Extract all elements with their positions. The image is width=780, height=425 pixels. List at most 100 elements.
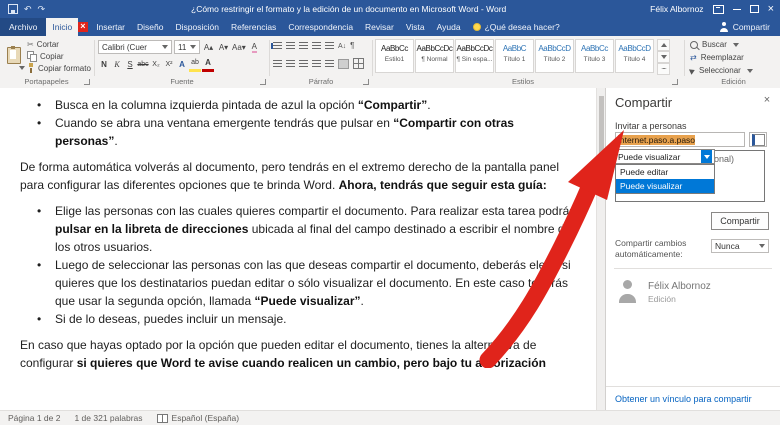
style-titulo-4[interactable]: AaBbCcD Título 4 xyxy=(615,39,654,73)
style-titulo-3[interactable]: AaBbCc Título 3 xyxy=(575,39,614,73)
styles-scroll-up-button[interactable] xyxy=(657,39,670,51)
font-size-combo[interactable]: 11 xyxy=(174,40,200,54)
share-submit-button[interactable]: Compartir xyxy=(711,212,769,230)
option-puede-visualizar[interactable]: Puede visualizar xyxy=(616,179,714,193)
title-bar: ¿Cómo restringir el formato y la edición… xyxy=(0,0,780,18)
styles-more-button[interactable] xyxy=(657,63,670,75)
quick-access-toolbar xyxy=(0,4,53,15)
replace-button[interactable]: Reemplazar xyxy=(690,51,753,64)
numbering-button[interactable] xyxy=(286,42,295,50)
change-case-button[interactable] xyxy=(232,40,246,54)
line-spacing-button[interactable] xyxy=(325,60,334,68)
font-name-combo[interactable]: Calibri (Cuer xyxy=(98,40,172,54)
option-puede-editar[interactable]: Puede editar xyxy=(616,165,714,179)
style-normal[interactable]: AaBbCcDc ¶ Normal xyxy=(415,39,454,73)
superscript-button[interactable]: X² xyxy=(163,58,175,71)
underline-button[interactable]: S xyxy=(124,58,136,71)
align-center-button[interactable] xyxy=(286,60,295,68)
address-book-button[interactable] xyxy=(749,132,767,147)
close-button[interactable] xyxy=(768,4,774,14)
tab-correspondencia[interactable]: Correspondencia xyxy=(282,18,359,36)
get-sharing-link[interactable]: Obtener un vínculo para compartir xyxy=(615,394,752,404)
format-painter-button[interactable]: Copiar formato xyxy=(27,62,91,74)
auto-share-dropdown[interactable]: Nunca xyxy=(711,239,769,253)
highlight-color-button[interactable]: ab xyxy=(189,56,201,72)
shrink-font-button[interactable] xyxy=(217,40,230,54)
tab-insertar[interactable]: Insertar xyxy=(90,18,131,36)
word-count[interactable]: 1 de 321 palabras xyxy=(74,413,142,423)
show-paragraph-marks-button[interactable] xyxy=(350,41,354,50)
tell-me-box[interactable]: ¿Qué desea hacer? xyxy=(467,18,566,36)
styles-gallery: AaBbCc Estilo1 AaBbCcDc ¶ Normal AaBbCcD… xyxy=(375,39,654,73)
font-color-button[interactable]: A xyxy=(202,56,214,72)
tab-inicio[interactable]: Inicio xyxy=(46,18,78,36)
clipboard-dialog-launcher[interactable] xyxy=(84,79,90,85)
font-row-2: N K S abc X₂ X² A ab A xyxy=(98,57,214,71)
grow-font-button[interactable] xyxy=(202,40,215,54)
style-titulo-1[interactable]: AaBbC Título 1 xyxy=(495,39,534,73)
style-sin-espaciado[interactable]: AaBbCcDc ¶ Sin espa... xyxy=(455,39,494,73)
align-left-button[interactable] xyxy=(273,60,282,68)
page-indicator[interactable]: Página 1 de 2 xyxy=(8,413,60,423)
copy-button[interactable]: Copiar xyxy=(27,50,91,62)
minimize-button[interactable] xyxy=(733,9,741,10)
tab-vista[interactable]: Vista xyxy=(400,18,431,36)
group-separator xyxy=(372,40,373,76)
bold-button[interactable]: N xyxy=(98,58,110,71)
tab-ayuda[interactable]: Ayuda xyxy=(431,18,467,36)
person-name: Félix Albornoz xyxy=(648,281,711,292)
tab-diseno[interactable]: Diseño xyxy=(131,18,169,36)
ribbon-share-button[interactable]: Compartir xyxy=(709,18,780,36)
tab-revisar[interactable]: Revisar xyxy=(359,18,400,36)
styles-dialog-launcher[interactable] xyxy=(672,79,678,85)
language-indicator[interactable]: Español (España) xyxy=(157,413,240,423)
paragraph-dialog-launcher[interactable] xyxy=(363,79,369,85)
tab-archivo[interactable]: Archivo xyxy=(0,18,46,36)
style-titulo-2[interactable]: AaBbCcD Título 2 xyxy=(535,39,574,73)
close-icon[interactable] xyxy=(761,94,773,106)
save-icon[interactable] xyxy=(8,4,18,14)
doc-paragraph-1: De forma automática volverás al document… xyxy=(20,158,578,194)
doc-bullet-5: Si de lo deseas, puedes incluir un mensa… xyxy=(20,310,578,328)
paragraph-row-2 xyxy=(273,58,364,69)
paste-button[interactable] xyxy=(3,39,25,77)
sort-button[interactable] xyxy=(338,41,346,50)
permission-dropdown[interactable]: Puede visualizar xyxy=(615,149,715,164)
text-effects-button[interactable]: A xyxy=(176,58,188,71)
borders-button[interactable] xyxy=(353,58,364,69)
title-bar-right: Félix Albornoz xyxy=(644,4,780,14)
tab-referencias[interactable]: Referencias xyxy=(225,18,282,36)
tab-disposicion[interactable]: Disposición xyxy=(169,18,224,36)
select-button[interactable]: Seleccionar xyxy=(690,64,753,77)
redo-icon[interactable] xyxy=(38,4,46,15)
invite-value: internet.paso.a.paso xyxy=(618,135,695,145)
maximize-button[interactable] xyxy=(750,5,759,13)
cut-button[interactable]: Cortar xyxy=(27,38,91,50)
undo-icon[interactable] xyxy=(24,4,32,15)
document-canvas[interactable]: Busca en la columna izquierda pintada de… xyxy=(0,88,596,411)
subscript-button[interactable]: X₂ xyxy=(150,58,162,71)
increase-indent-button[interactable] xyxy=(325,42,334,50)
editing-buttons: Buscar Reemplazar Seleccionar xyxy=(690,38,753,77)
permission-selected-value: Puede visualizar xyxy=(618,152,680,162)
invite-input[interactable]: internet.paso.a.paso xyxy=(615,132,745,147)
italic-button[interactable]: K xyxy=(111,58,123,71)
chevron-down-icon xyxy=(162,45,168,49)
styles-scroll-down-button[interactable] xyxy=(657,51,670,63)
dropdown-arrow-button[interactable] xyxy=(701,150,712,163)
ribbon-display-options-icon[interactable] xyxy=(713,5,724,14)
find-button[interactable]: Buscar xyxy=(690,38,753,51)
justify-button[interactable] xyxy=(312,60,321,68)
align-right-button[interactable] xyxy=(299,60,308,68)
shading-button[interactable] xyxy=(338,59,349,69)
strikethrough-button[interactable]: abc xyxy=(137,58,149,71)
bullets-button[interactable] xyxy=(273,42,282,50)
font-dialog-launcher[interactable] xyxy=(260,79,266,85)
ribbon-tab-row: Archivo Inicio Insertar Diseño Disposici… xyxy=(0,18,780,36)
clear-formatting-button[interactable] xyxy=(248,40,261,54)
multilevel-list-button[interactable] xyxy=(299,42,308,50)
person-role: Edición xyxy=(648,294,676,304)
decrease-indent-button[interactable] xyxy=(312,42,321,50)
scrollbar-thumb[interactable] xyxy=(599,96,604,168)
style-estilo1[interactable]: AaBbCc Estilo1 xyxy=(375,39,414,73)
